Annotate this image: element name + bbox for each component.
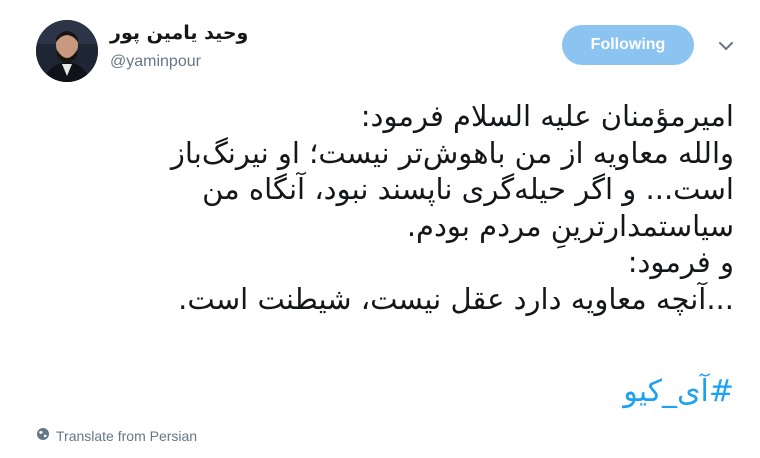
tweet-line: سیاستمدارترینِ مردم بودم. <box>406 208 734 243</box>
following-button[interactable]: Following <box>562 25 694 65</box>
author-name[interactable]: وحید یامین پور <box>110 22 248 44</box>
tweet-line: است... و اگر حیله‌گری ناپسند نبود، آنگاه… <box>202 172 734 206</box>
hashtag-link[interactable]: #آی_کیو <box>623 374 734 409</box>
author-handle[interactable]: @yaminpour <box>110 53 201 71</box>
avatar[interactable] <box>36 20 98 82</box>
tweet-line: و فرمود: <box>627 245 734 279</box>
chevron-down-icon[interactable] <box>716 36 736 56</box>
tweet-line: والله معاویه از من باهوش‌تر نیست؛ او نیر… <box>170 135 734 170</box>
tweet-text: امیرمؤمنان علیه السلام فرمود: والله معاو… <box>34 98 734 317</box>
tweet-line: ...آنچه معاویه دارد عقل نیست، شیطنت است. <box>178 281 734 316</box>
translate-label: Translate from Persian <box>56 427 198 444</box>
globe-icon <box>36 427 50 444</box>
tweet-line: امیرمؤمنان علیه السلام فرمود: <box>360 99 734 133</box>
translate-link[interactable]: Translate from Persian <box>36 427 197 444</box>
